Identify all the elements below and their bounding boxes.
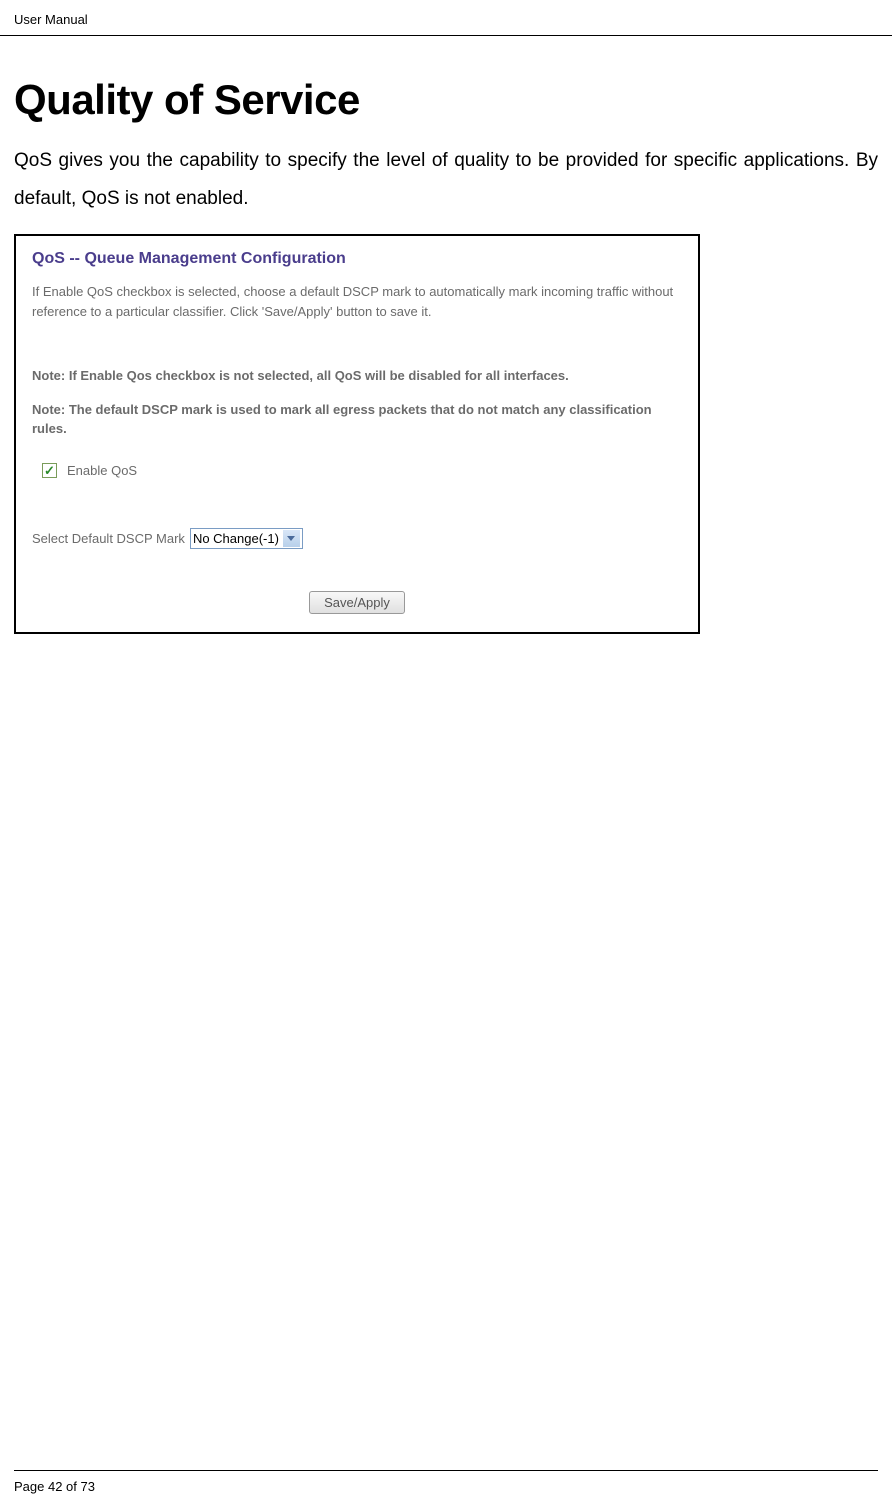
document-header: User Manual bbox=[0, 0, 892, 36]
document-footer: Page 42 of 73 bbox=[14, 1470, 878, 1494]
config-note-1: Note: If Enable Qos checkbox is not sele… bbox=[32, 366, 682, 386]
qos-config-panel: QoS -- Queue Management Configuration If… bbox=[14, 234, 700, 634]
enable-qos-row: ✓ Enable QoS bbox=[42, 463, 682, 478]
document-content: Quality of Service QoS gives you the cap… bbox=[0, 36, 892, 634]
config-note-2: Note: The default DSCP mark is used to m… bbox=[32, 400, 682, 439]
config-description: If Enable QoS checkbox is selected, choo… bbox=[32, 282, 682, 321]
checkmark-icon: ✓ bbox=[44, 464, 55, 477]
enable-qos-checkbox[interactable]: ✓ bbox=[42, 463, 57, 478]
config-panel-title: QoS -- Queue Management Configuration bbox=[32, 250, 682, 268]
dscp-select-row: Select Default DSCP Mark No Change(-1) bbox=[32, 528, 682, 549]
page-number: Page 42 of 73 bbox=[14, 1479, 95, 1494]
header-title: User Manual bbox=[14, 12, 88, 27]
intro-paragraph: QoS gives you the capability to specify … bbox=[14, 142, 878, 218]
dscp-select-dropdown[interactable]: No Change(-1) bbox=[190, 528, 303, 549]
page-title: Quality of Service bbox=[14, 76, 878, 124]
dscp-select-label: Select Default DSCP Mark bbox=[32, 531, 185, 546]
enable-qos-label: Enable QoS bbox=[67, 463, 137, 478]
save-apply-button[interactable]: Save/Apply bbox=[309, 591, 405, 614]
chevron-down-icon bbox=[283, 530, 300, 547]
button-row: Save/Apply bbox=[32, 591, 682, 614]
dscp-select-value: No Change(-1) bbox=[193, 531, 279, 546]
